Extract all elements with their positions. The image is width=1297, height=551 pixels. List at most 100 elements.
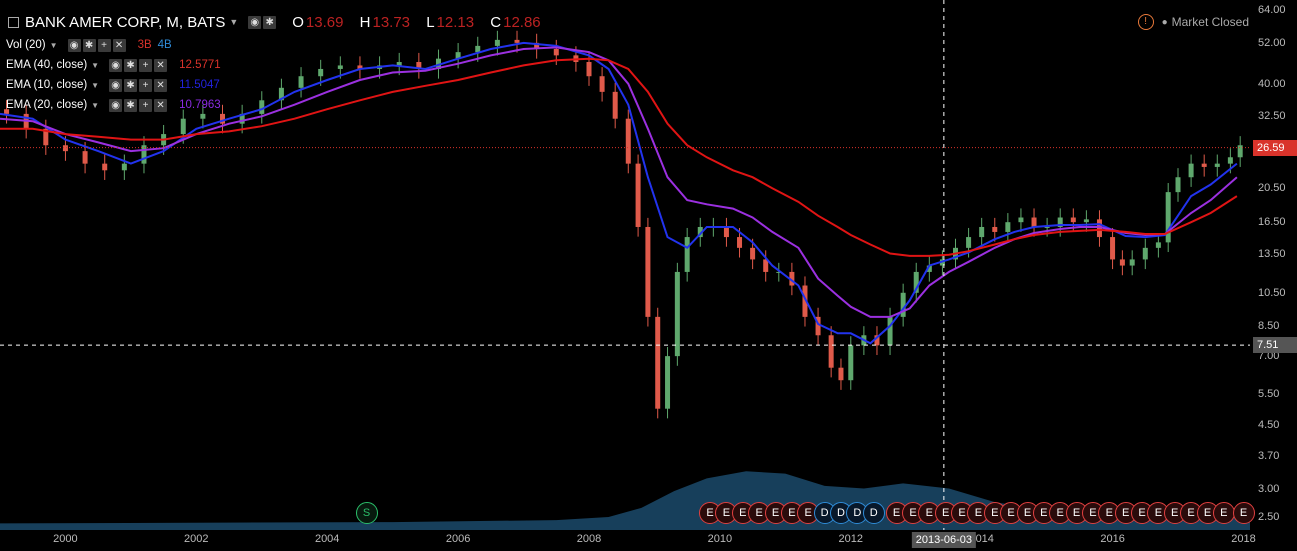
- candle-body: [318, 68, 324, 77]
- candle-body: [1227, 157, 1233, 164]
- ohlc-key: O: [292, 13, 304, 31]
- y-tick-label: 52.00: [1258, 36, 1286, 49]
- candle-body: [121, 163, 127, 171]
- x-tick-label: 2006: [445, 533, 471, 545]
- y-tick-label: 40.00: [1258, 77, 1286, 90]
- candle-body: [966, 237, 972, 248]
- candle-body: [1237, 145, 1243, 158]
- candle-body: [1142, 247, 1148, 260]
- gear-icon[interactable]: ✱: [263, 15, 277, 29]
- ohlc-value: 12.86: [503, 13, 541, 31]
- y-tick-label: 64.00: [1258, 4, 1286, 17]
- indicator-label[interactable]: Vol (20): [6, 39, 46, 51]
- candle-body: [102, 163, 108, 171]
- indicator-row-vol[interactable]: Vol (20) ▼ ◉ ✱ + ✕ 3B 4B: [6, 36, 172, 54]
- market-status[interactable]: ! ● Market Closed: [1137, 14, 1249, 30]
- candle-body: [1155, 242, 1161, 248]
- ohlc-key: C: [490, 13, 502, 31]
- candle-body: [553, 48, 559, 56]
- y-tick-label: 3.70: [1258, 449, 1280, 462]
- close-icon[interactable]: ✕: [154, 58, 168, 72]
- candle-body: [645, 226, 651, 317]
- earnings-marker[interactable]: E: [1212, 502, 1235, 524]
- eye-icon[interactable]: ◉: [248, 15, 262, 29]
- eye-icon[interactable]: ◉: [67, 38, 81, 52]
- header-toolbar: ◉ ✱: [248, 15, 277, 29]
- candle-body: [1044, 226, 1050, 228]
- eye-icon[interactable]: ◉: [109, 58, 123, 72]
- candle-body: [750, 247, 756, 260]
- indicator-row-ema10[interactable]: EMA (10, close) ▼ ◉ ✱ + ✕ 11.5047: [6, 76, 220, 94]
- plus-icon[interactable]: +: [139, 78, 153, 92]
- candle-body: [737, 237, 743, 248]
- candle-body: [1070, 217, 1076, 223]
- indicator-toolbar: ◉ ✱ + ✕: [109, 78, 168, 92]
- indicator-label[interactable]: EMA (10, close): [6, 79, 87, 91]
- indicator-row-ema40[interactable]: EMA (40, close) ▼ ◉ ✱ + ✕ 12.5771: [6, 56, 221, 74]
- symbol-title[interactable]: BANK AMER CORP, M, BATS: [25, 14, 225, 31]
- candle-body: [612, 91, 618, 119]
- chevron-down-icon[interactable]: ▼: [91, 101, 99, 110]
- candle-body: [82, 151, 88, 164]
- gear-icon[interactable]: ✱: [82, 38, 96, 52]
- gear-icon[interactable]: ✱: [124, 98, 138, 112]
- gear-icon[interactable]: ✱: [124, 78, 138, 92]
- chevron-down-icon[interactable]: ▼: [229, 17, 238, 27]
- dividend-marker[interactable]: D: [862, 502, 885, 524]
- indicator-label[interactable]: EMA (40, close): [6, 59, 87, 71]
- earnings-marker[interactable]: E: [1232, 502, 1255, 524]
- close-icon[interactable]: ✕: [154, 98, 168, 112]
- candle-body: [655, 316, 661, 409]
- candle-body: [1201, 163, 1207, 167]
- indicator-value: 12.5771: [179, 59, 221, 71]
- chart-header: BANK AMER CORP, M, BATS ▼ ◉ ✱ O 13.69 H 13…: [8, 10, 553, 34]
- candle-body: [200, 113, 206, 119]
- x-tick-label: 2010: [707, 533, 733, 545]
- indicator-label[interactable]: EMA (20, close): [6, 99, 87, 111]
- candle-body: [992, 226, 998, 232]
- candle-body: [141, 145, 147, 164]
- indicator-value: 11.5047: [179, 79, 220, 91]
- candle-body: [1119, 259, 1125, 266]
- ohlc-key: L: [426, 13, 435, 31]
- candle-body: [259, 100, 265, 114]
- candle-body: [848, 345, 854, 381]
- eye-icon[interactable]: ◉: [109, 78, 123, 92]
- plus-icon[interactable]: +: [139, 58, 153, 72]
- indicator-value: 3B: [137, 39, 152, 51]
- y-tick-label: 2.50: [1258, 511, 1280, 523]
- eye-icon[interactable]: ◉: [109, 98, 123, 112]
- plus-icon[interactable]: +: [97, 38, 111, 52]
- close-icon[interactable]: ✕: [154, 78, 168, 92]
- split-marker[interactable]: S: [355, 502, 378, 524]
- chevron-down-icon[interactable]: ▼: [91, 81, 99, 90]
- candle-body: [586, 62, 592, 77]
- indicator-row-ema20[interactable]: EMA (20, close) ▼ ◉ ✱ + ✕ 10.7963: [6, 96, 221, 114]
- candle-body: [494, 39, 500, 46]
- x-tick-label: 2008: [576, 533, 602, 545]
- candle-body: [674, 271, 680, 357]
- ohlc-value: 13.69: [305, 13, 344, 31]
- chevron-down-icon[interactable]: ▼: [91, 61, 99, 70]
- candle-body: [684, 237, 690, 272]
- chevron-down-icon[interactable]: ▼: [50, 41, 58, 50]
- candle-body: [1214, 163, 1220, 167]
- collapse-square-icon[interactable]: [8, 16, 19, 28]
- x-tick-label: 2004: [314, 533, 340, 545]
- x-tick-label: 2002: [184, 533, 209, 545]
- y-tick-label: 32.50: [1258, 110, 1286, 123]
- ohlc-value: 12.13: [436, 13, 475, 31]
- ohlc-value: 13.73: [372, 13, 411, 31]
- gear-icon[interactable]: ✱: [124, 58, 138, 72]
- candle-body: [1110, 237, 1116, 260]
- y-tick-label: 20.50: [1258, 182, 1286, 195]
- indicator-toolbar: ◉ ✱ + ✕: [67, 38, 126, 52]
- candle-body: [62, 145, 68, 152]
- close-icon[interactable]: ✕: [112, 38, 126, 52]
- candle-body: [337, 65, 343, 69]
- y-tick-label: 16.50: [1258, 216, 1286, 229]
- y-tick-label: 4.50: [1258, 419, 1280, 432]
- plus-icon[interactable]: +: [139, 98, 153, 112]
- crosshair-date-label: 2013-06-03: [911, 532, 977, 548]
- candle-body: [900, 292, 906, 317]
